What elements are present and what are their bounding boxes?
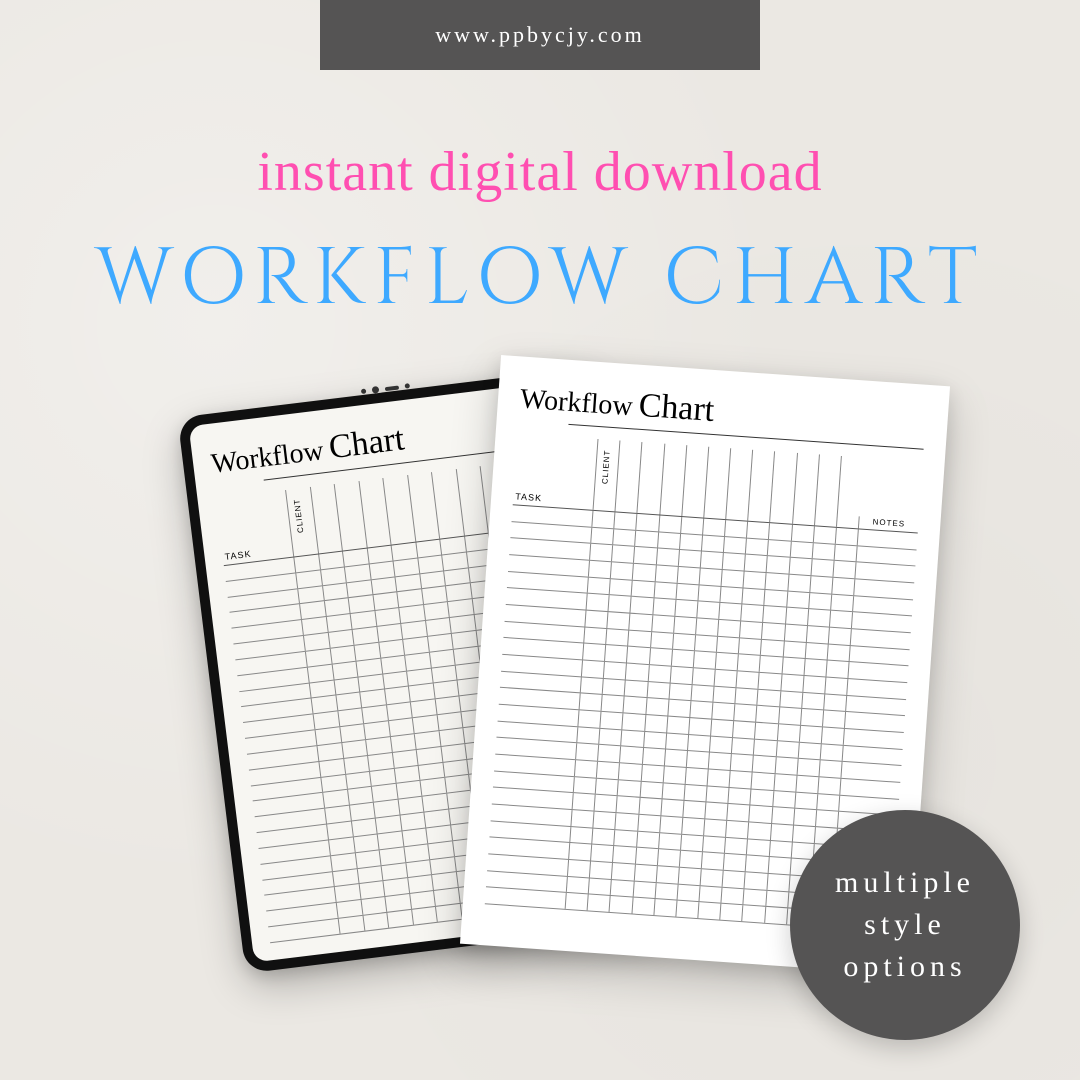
chart-title-word2: Chart — [637, 387, 715, 430]
url-banner: www.ppbycjy.com — [320, 0, 760, 70]
subtitle: instant digital download — [0, 140, 1080, 204]
chart-title-word1: Workflow — [519, 383, 634, 423]
badge-line3: options — [843, 950, 966, 983]
badge-line1: multiple — [835, 866, 975, 899]
badge-text: multiple style options — [835, 862, 975, 988]
url-text: www.ppbycjy.com — [435, 22, 645, 48]
camera-dot-icon — [361, 389, 367, 395]
badge-line2: style — [864, 908, 946, 941]
badge-circle: multiple style options — [790, 810, 1020, 1040]
page-title: WORKFLOW CHART — [0, 225, 1080, 333]
camera-dot-icon — [372, 386, 380, 394]
tablet-camera — [361, 382, 410, 395]
camera-speaker-icon — [385, 385, 399, 391]
chart-title-word2: Chart — [327, 420, 407, 467]
camera-dot-icon — [405, 383, 411, 389]
